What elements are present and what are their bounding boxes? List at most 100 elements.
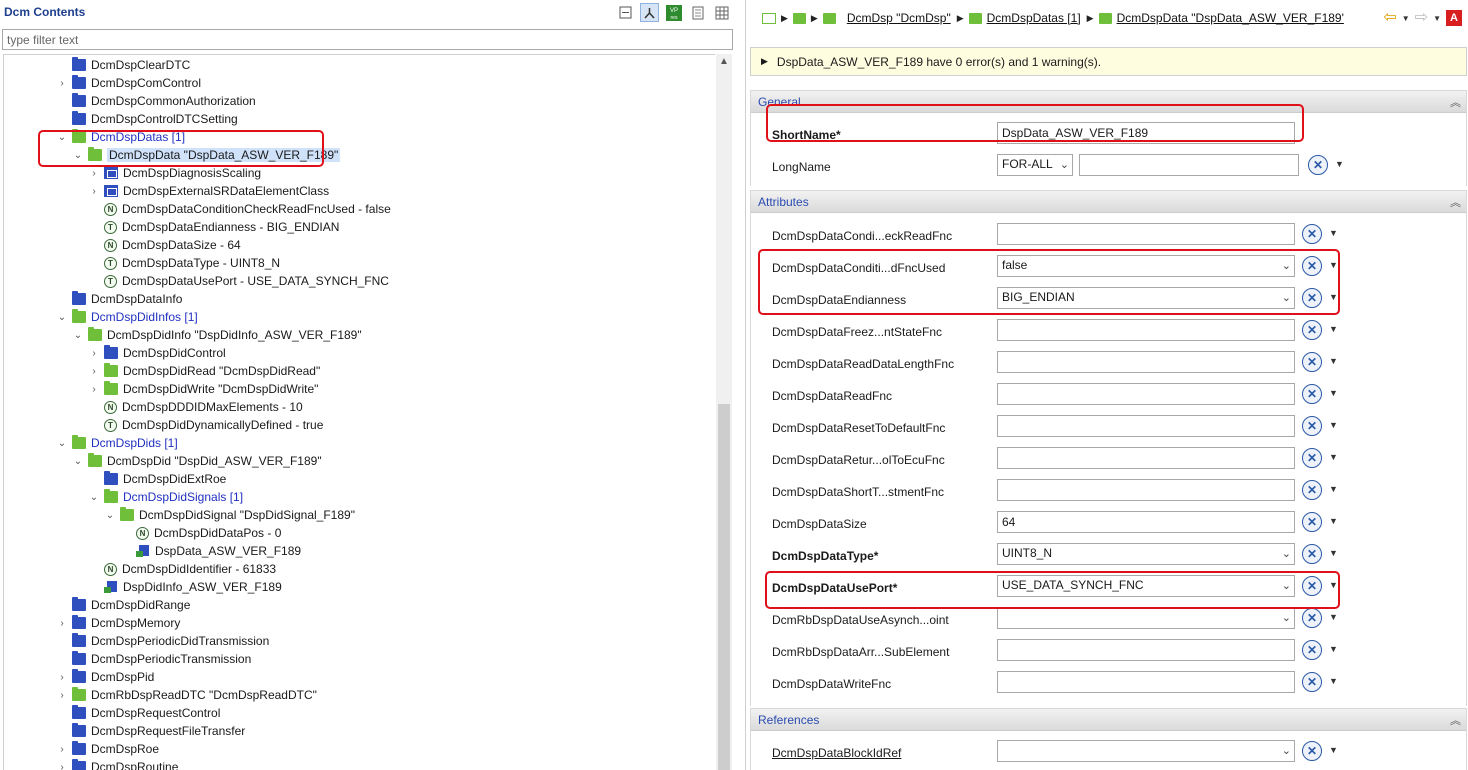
chevron-down-icon[interactable]: ▼ [1329,356,1338,366]
tree-item[interactable]: N DcmDspDidDataPos - 0 [120,524,281,542]
tree-item[interactable]: ⌄ DcmDspDidSignals [1] [88,488,243,506]
tree-item[interactable]: DcmDspCommonAuthorization [56,92,256,110]
shortname-field[interactable]: DspData_ASW_VER_F189 [997,122,1295,144]
field-input[interactable] [997,479,1295,501]
longname-field[interactable] [1079,154,1299,176]
tool-action-icon[interactable]: ✕ [1302,640,1322,660]
tree-item[interactable]: DcmDspDidExtRoe [88,470,226,488]
tree-item[interactable]: ⌄ DcmDspDatas [1] [56,128,185,146]
expand-down-icon[interactable]: ⌄ [56,438,68,449]
tool-action-icon[interactable]: ✕ [1302,448,1322,468]
tool-action-icon[interactable]: ✕ [1302,416,1322,436]
field-select[interactable]: BIG_ENDIAN ⌄ [997,287,1295,309]
tree-item[interactable]: DcmDspPeriodicDidTransmission [56,632,269,650]
collapse-icon[interactable]: ︽ [1450,712,1461,728]
tree-item[interactable]: ⌄ DcmDspDidInfos [1] [56,308,198,326]
field-input[interactable] [997,447,1295,469]
tool-action-icon[interactable]: ✕ [1302,672,1322,692]
scrollbar-thumb[interactable] [718,404,730,770]
tree-item[interactable]: › DcmDspDidControl [88,344,226,362]
tree-item[interactable]: › DcmDspDidRead "DcmDspDidRead" [88,362,320,380]
field-select[interactable]: USE_DATA_SYNCH_FNC ⌄ [997,575,1295,597]
tree-item[interactable]: DcmDspRequestControl [56,704,220,722]
chevron-down-icon[interactable]: ▼ [1329,612,1338,622]
attributes-header[interactable]: Attributes ︽ [751,191,1466,213]
expand-right-icon[interactable]: › [56,672,68,683]
tree-item[interactable]: DcmDspClearDTC [56,56,190,74]
field-input[interactable] [997,639,1295,661]
chevron-down-icon[interactable]: ▼ [1329,388,1338,398]
chevron-down-icon[interactable]: ▼ [1329,676,1338,686]
general-header[interactable]: General ︽ [751,91,1466,113]
longname-lang-select[interactable]: FOR-ALL ⌄ [997,154,1073,176]
breadcrumb-item[interactable]: ▶ DcmDspData "DspData_ASW_VER_F189' [1087,11,1344,25]
chevron-down-icon[interactable]: ▼ [1402,14,1410,23]
tree-item[interactable]: ⌄ DcmDspDids [1] [56,434,178,452]
expand-down-icon[interactable]: ⌄ [56,312,68,323]
tree-item[interactable]: ⌄ DcmDspDidSignal "DspDidSignal_F189" [104,506,355,524]
tool-action-icon[interactable]: ✕ [1302,384,1322,404]
expand-right-icon[interactable]: › [56,762,68,770]
field-input[interactable] [997,351,1295,373]
tree-item[interactable]: DcmDspDidRange [56,596,190,614]
collapse-icon[interactable]: ︽ [1450,94,1461,110]
expand-down-icon[interactable]: ⌄ [104,510,116,521]
chevron-down-icon[interactable]: ▼ [1329,580,1338,590]
tree-item[interactable]: › DcmDspDidWrite "DcmDspDidWrite" [88,380,318,398]
field-input[interactable] [997,319,1295,341]
expand-right-icon[interactable]: › [56,78,68,89]
tree-item[interactable]: › DcmDspComControl [56,74,201,92]
tool-action-icon[interactable]: ✕ [1302,576,1322,596]
chevron-down-icon[interactable]: ▼ [1433,14,1441,23]
tree-item[interactable]: DcmDspPeriodicTransmission [56,650,251,668]
field-select[interactable]: ⌄ [997,607,1295,629]
tool-action-icon[interactable]: ✕ [1308,155,1328,175]
tool-action-icon[interactable]: ✕ [1302,544,1322,564]
tree-item[interactable]: N DcmDspDDDIDMaxElements - 10 [88,398,303,416]
scroll-up-icon[interactable]: ▲ [716,56,732,67]
tool-action-icon[interactable]: ✕ [1302,741,1322,761]
expand-right-icon[interactable]: › [56,618,68,629]
expand-down-icon[interactable]: ⌄ [88,492,100,503]
vp-res-icon[interactable]: VP res [664,3,683,22]
expand-right-icon[interactable]: › [56,744,68,755]
chevron-down-icon[interactable]: ▼ [1329,260,1338,270]
tree-item[interactable]: › DcmRbDspReadDTC "DcmDspReadDTC" [56,686,317,704]
field-input[interactable] [997,671,1295,693]
root-folder-icon[interactable] [762,12,776,24]
tree-item[interactable]: DspDidInfo_ASW_VER_F189 [88,578,282,596]
expand-down-icon[interactable]: ⌄ [72,330,84,341]
collapse-all-icon[interactable] [616,3,635,22]
tool-action-icon[interactable]: ✕ [1302,608,1322,628]
expand-right-icon[interactable]: › [88,348,100,359]
tree-item[interactable]: T DcmDspDataEndianness - BIG_ENDIAN [88,218,339,236]
expand-right-icon[interactable]: › [56,690,68,701]
chevron-down-icon[interactable]: ▼ [1329,745,1338,755]
tool-action-icon[interactable]: ✕ [1302,480,1322,500]
tree-item[interactable]: DcmDspRequestFileTransfer [56,722,245,740]
collapse-icon[interactable]: ︽ [1450,194,1461,210]
error-badge-icon[interactable]: A [1446,10,1462,26]
forward-arrow-icon[interactable]: ⇨ [1415,10,1428,26]
tree-item[interactable]: › DcmDspMemory [56,614,180,632]
tree-scrollbar[interactable]: ▲ [716,54,732,770]
chevron-down-icon[interactable]: ▼ [1329,548,1338,558]
tree-item[interactable]: T DcmDspDidDynamicallyDefined - true [88,416,323,434]
tree-item[interactable]: › DcmDspExternalSRDataElementClass [88,182,329,200]
tree-item[interactable]: › DcmDspRoe [56,740,159,758]
expand-right-icon[interactable]: › [88,384,100,395]
tree-item[interactable]: N DcmDspDidIdentifier - 61833 [88,560,276,578]
tree-item[interactable]: › DcmDspPid [56,668,154,686]
field-input[interactable] [997,415,1295,437]
tree-item[interactable]: DcmDspControlDTCSetting [56,110,238,128]
expand-right-icon[interactable]: › [88,366,100,377]
tree-item[interactable]: ⌄ DcmDspDid "DspDid_ASW_VER_F189" [72,452,322,470]
tree-item[interactable]: › DcmDspDiagnosisScaling [88,164,261,182]
expand-icon[interactable]: ▶ [761,56,768,67]
tree-item[interactable]: N DcmDspDataConditionCheckReadFncUsed - f… [88,200,391,218]
tool-action-icon[interactable]: ✕ [1302,352,1322,372]
breadcrumb-item[interactable]: DcmDsp "DcmDsp" [847,11,951,25]
field-select[interactable]: ⌄ [997,740,1295,762]
tree-item[interactable]: DcmDspDataInfo [56,290,182,308]
chevron-down-icon[interactable]: ▼ [1329,228,1338,238]
